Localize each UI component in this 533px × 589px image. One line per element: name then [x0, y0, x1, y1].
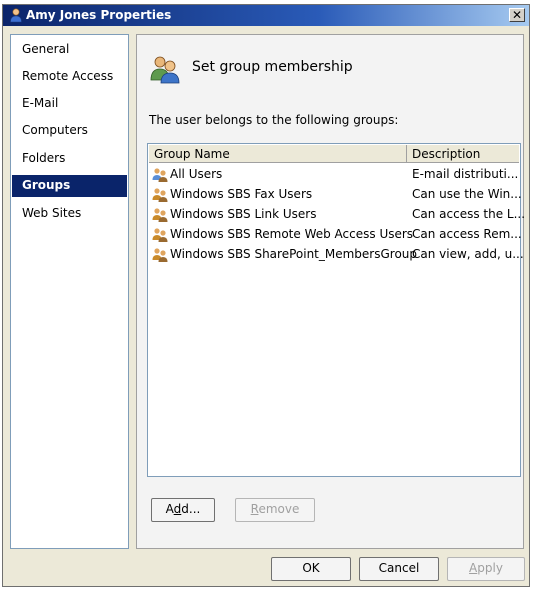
list-item[interactable]: All Users E-mail distributi... — [150, 164, 518, 184]
group-membership-icon — [150, 56, 180, 84]
groups-list[interactable]: Group Name Description All Users E-mail … — [147, 143, 525, 477]
sidebar-item-web-sites[interactable]: Web Sites — [12, 203, 127, 225]
sidebar-item-label: Remote Access — [22, 69, 114, 83]
title-bar[interactable]: Amy Jones Properties ✕ — [3, 5, 529, 26]
sidebar-item-remote-access[interactable]: Remote Access — [12, 66, 127, 88]
close-button[interactable]: ✕ — [509, 8, 525, 22]
add-label-a: A — [165, 502, 174, 516]
group-icon — [152, 248, 168, 262]
apply-label-rest: pply — [477, 561, 503, 575]
ok-label: OK — [302, 561, 320, 575]
remove-button[interactable]: Remove — [235, 498, 315, 522]
user-icon — [10, 8, 22, 23]
sidebar-item-label: Folders — [22, 151, 66, 165]
group-name: Windows SBS Link Users — [170, 207, 317, 221]
group-name: All Users — [170, 167, 223, 181]
list-item[interactable]: Windows SBS SharePoint_MembersGroup Can … — [150, 244, 524, 264]
groups-description: The user belongs to the following groups… — [149, 113, 399, 127]
sidebar-item-label: Computers — [22, 123, 88, 137]
list-item[interactable]: Windows SBS Fax Users Can use the Win... — [150, 184, 522, 204]
group-description: Can view, add, u... — [412, 247, 524, 261]
group-name: Windows SBS Fax Users — [170, 187, 313, 201]
properties-dialog: Amy Jones Properties ✕ General Remote Ac… — [2, 4, 530, 587]
close-icon: ✕ — [511, 8, 523, 22]
ok-button[interactable]: OK — [271, 557, 351, 581]
page-title: Set group membership — [192, 59, 353, 75]
list-item[interactable]: Windows SBS Link Users Can access the L.… — [150, 204, 525, 224]
sidebar-item-general[interactable]: General — [12, 39, 127, 61]
sidebar-item-computers[interactable]: Computers — [12, 120, 127, 142]
sidebar-item-label: E-Mail — [22, 96, 59, 110]
group-description: Can use the Win... — [412, 187, 522, 201]
window-title: Amy Jones Properties — [26, 8, 172, 22]
group-icon — [152, 168, 168, 182]
sidebar-item-label: Web Sites — [22, 206, 82, 220]
column-header-description[interactable]: Description — [412, 147, 480, 161]
cancel-label: Cancel — [378, 561, 420, 575]
list-item[interactable]: Windows SBS Remote Web Access Users Can … — [150, 224, 522, 244]
group-description: E-mail distributi... — [412, 167, 519, 181]
group-icon — [152, 208, 168, 222]
list-header: Group Name Description — [149, 145, 519, 163]
column-divider[interactable] — [406, 145, 407, 162]
group-icon — [152, 188, 168, 202]
column-header-group-name[interactable]: Group Name — [154, 147, 230, 161]
group-name: Windows SBS SharePoint_MembersGroup — [170, 247, 418, 261]
group-icon — [152, 228, 168, 242]
sidebar-item-label: General — [22, 42, 70, 56]
sidebar-item-groups[interactable]: Groups — [12, 175, 127, 197]
sidebar-item-folders[interactable]: Folders — [12, 148, 127, 170]
group-description: Can access the L... — [412, 207, 526, 221]
remove-label-rest: emove — [258, 502, 300, 516]
sidebar-item-label: Groups — [22, 178, 71, 192]
group-name: Windows SBS Remote Web Access Users — [170, 227, 414, 241]
add-button[interactable]: Add... — [151, 498, 215, 522]
groups-panel: Set group membership The user belongs to… — [136, 34, 525, 549]
add-label-rest: d... — [181, 502, 201, 516]
cancel-button[interactable]: Cancel — [359, 557, 439, 581]
sidebar: General Remote Access E-Mail Computers F… — [10, 34, 129, 549]
sidebar-item-email[interactable]: E-Mail — [12, 93, 127, 115]
apply-button[interactable]: Apply — [447, 557, 525, 581]
group-description: Can access Rem... — [412, 227, 522, 241]
